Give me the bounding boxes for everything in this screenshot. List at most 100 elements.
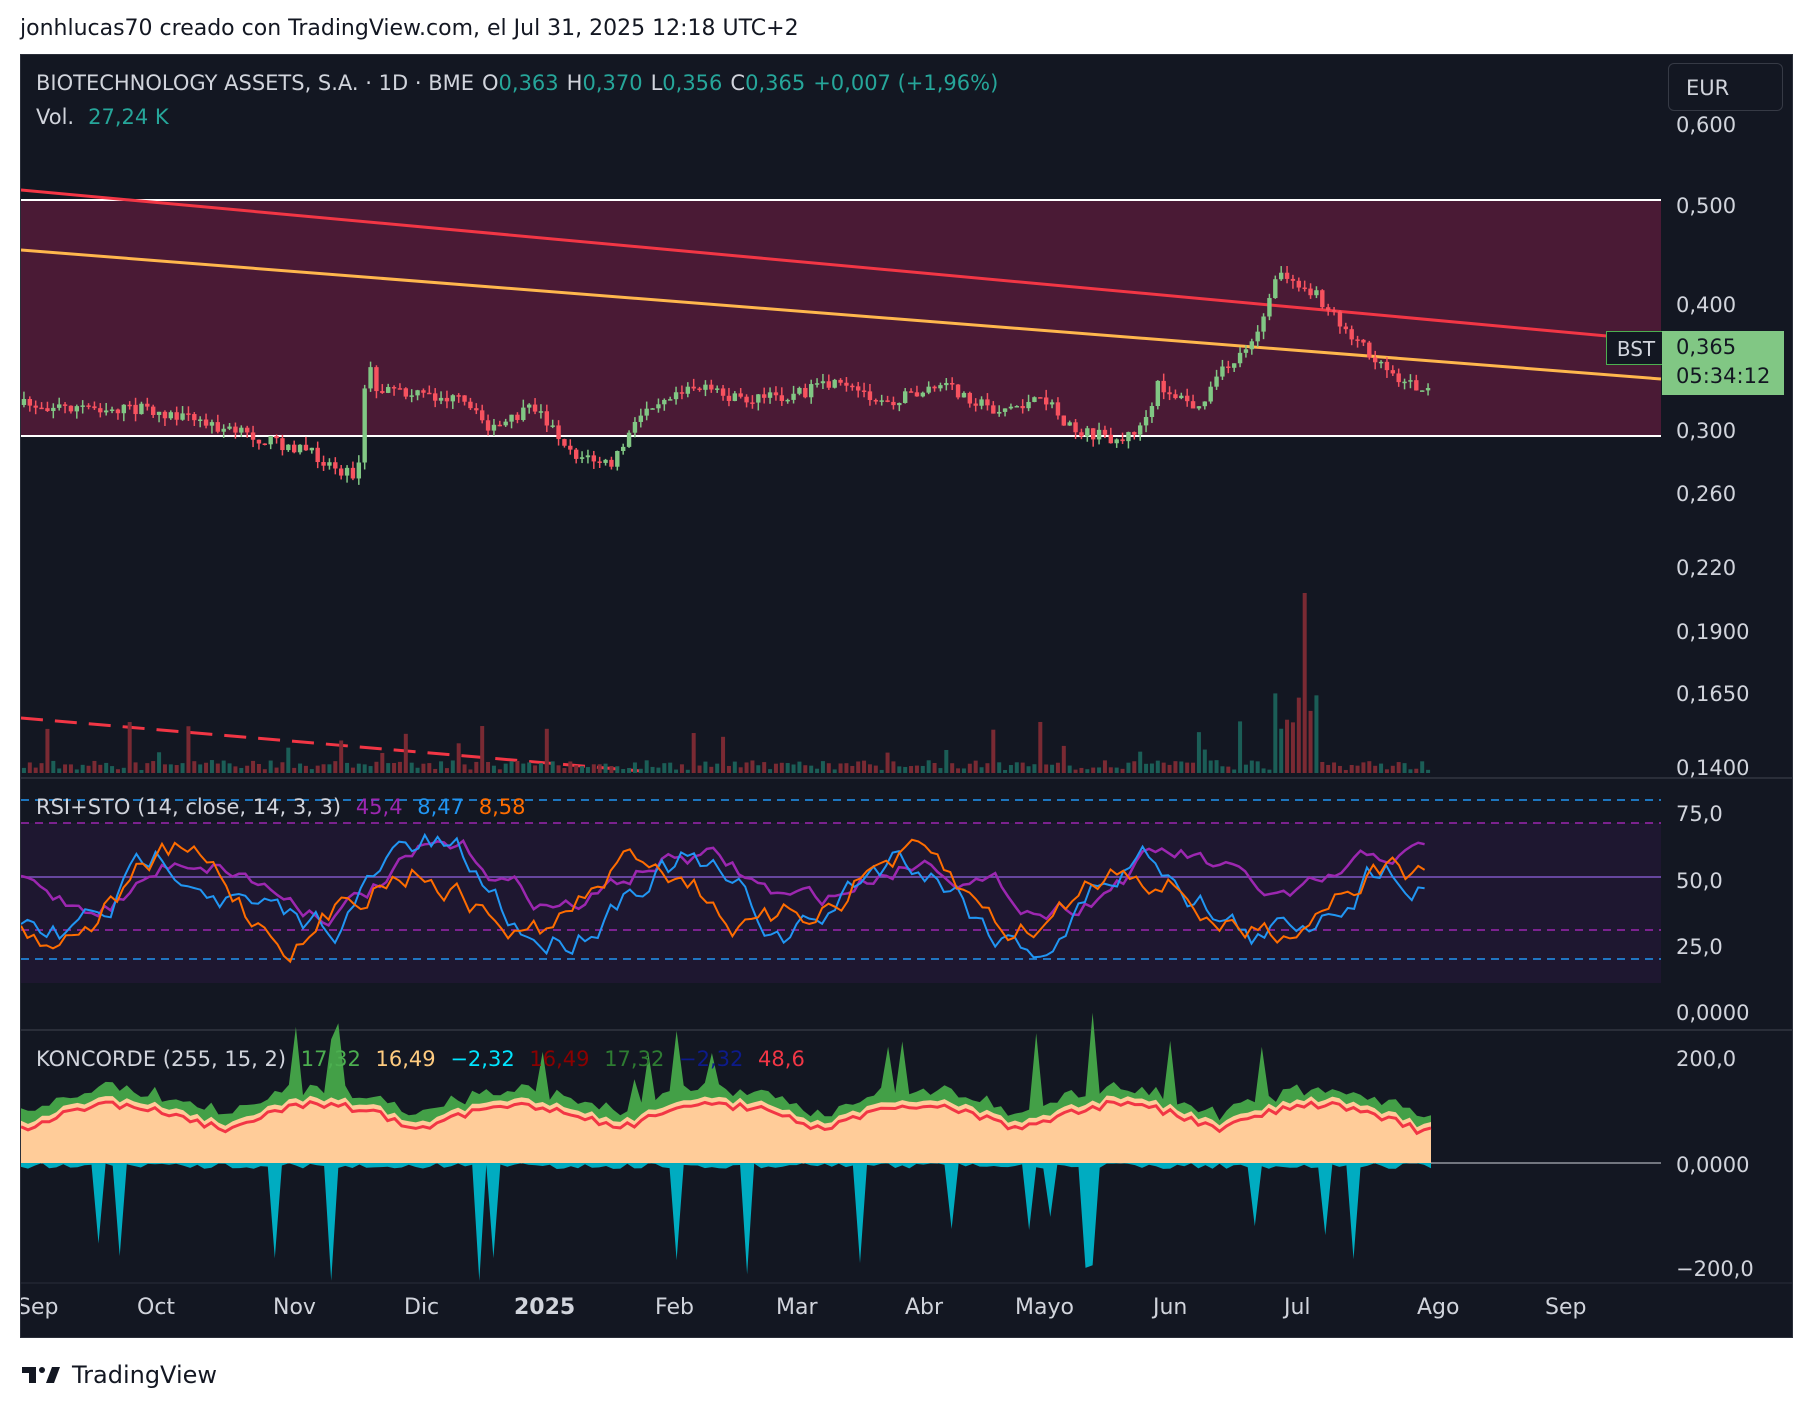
candle-body	[709, 384, 714, 390]
candle-body	[103, 410, 109, 413]
time-axis-label: 2025	[514, 1295, 576, 1320]
volume-bar	[145, 763, 150, 773]
volume-bar	[1279, 728, 1284, 773]
volume-bar	[57, 768, 62, 773]
volume-bar	[1161, 762, 1166, 773]
price-axis-label: 0,300	[1676, 419, 1737, 443]
price-axis-label: 0,260	[1676, 482, 1737, 506]
candle-body	[1002, 408, 1008, 412]
chart-frame[interactable]: BIOTECHNOLOGY ASSETS, S.A. · 1D · BME O0,…	[20, 54, 1793, 1338]
volume-bar	[333, 761, 338, 773]
volume-bar	[1249, 760, 1254, 773]
candle-body	[1414, 380, 1419, 391]
volume-bar	[433, 768, 438, 773]
candle-body	[256, 439, 262, 444]
volume-bar	[1020, 762, 1025, 773]
volume-bar	[815, 768, 820, 773]
volume-bar	[1208, 760, 1213, 773]
candle-body	[397, 388, 403, 390]
candle-body	[515, 414, 520, 420]
candle-body	[720, 388, 726, 396]
candle-body	[391, 387, 397, 389]
volume-bar	[392, 763, 397, 773]
candle-body	[80, 405, 85, 407]
volume-bar	[832, 769, 837, 773]
tradingview-footer[interactable]: TradingView	[20, 1355, 217, 1395]
candle-body	[444, 397, 450, 402]
chart-canvas[interactable]	[21, 55, 1793, 1338]
volume-bar	[86, 765, 91, 773]
candle-body	[891, 401, 896, 406]
candle-body	[68, 405, 74, 412]
candle-body	[556, 425, 561, 440]
candle-body	[568, 445, 573, 450]
rsi-axis-label: 25,0	[1676, 935, 1723, 959]
candle-body	[603, 459, 608, 463]
candle-body	[309, 447, 315, 451]
volume-bar	[386, 763, 391, 773]
volume-bar	[227, 763, 232, 773]
volume-bar	[1308, 710, 1313, 773]
volume-bar	[233, 766, 238, 773]
candle-body	[973, 403, 978, 406]
candle-body	[756, 394, 761, 403]
volume-bar	[1167, 764, 1172, 773]
time-axis-label: Jul	[1284, 1295, 1311, 1320]
koncorde-value-1: 17,32	[300, 1047, 361, 1071]
candle-body	[385, 387, 391, 393]
candle-body	[1355, 339, 1360, 341]
volume-bar	[1073, 769, 1078, 773]
volume-bar	[679, 764, 684, 773]
volume-bar	[562, 768, 567, 773]
volume-bar	[527, 762, 532, 773]
volume-bar	[139, 769, 144, 773]
candle-body	[479, 410, 485, 421]
volume-bar	[1402, 763, 1407, 773]
volume-bar	[362, 764, 367, 773]
volume-bar	[368, 766, 373, 773]
candle-body	[233, 426, 238, 433]
candle-body	[1038, 397, 1043, 399]
candle-body	[127, 404, 132, 407]
rsi-value-1: 45,4	[355, 795, 403, 819]
currency-button[interactable]: EUR	[1668, 63, 1783, 111]
candle-body	[609, 459, 614, 467]
volume-bar	[1155, 760, 1160, 773]
volume-bar	[873, 765, 878, 773]
candle-body	[1237, 352, 1243, 364]
candle-body	[814, 383, 820, 385]
candle-body	[327, 462, 332, 466]
volume-bar	[1214, 760, 1219, 773]
candle-body	[250, 432, 256, 440]
candle-body	[497, 424, 503, 427]
candle-body	[532, 404, 538, 412]
volume-bar	[903, 766, 908, 773]
candle-body	[186, 413, 191, 415]
volume-bar	[1320, 761, 1325, 773]
candle-body	[1114, 439, 1119, 444]
volume-bar	[1050, 764, 1055, 773]
candle-body	[779, 395, 785, 401]
time-axis-label: Dic	[404, 1295, 440, 1320]
candle-body	[573, 449, 579, 459]
volume-bar	[1290, 722, 1295, 773]
volume-bar	[926, 760, 931, 773]
candle-body	[679, 392, 685, 394]
open-label: O	[482, 71, 499, 95]
candle-body	[180, 413, 185, 420]
candle-body	[850, 385, 855, 388]
koncorde-blue-area	[21, 1163, 1431, 1281]
volume-bar	[856, 761, 861, 773]
candle-body	[45, 408, 50, 411]
koncorde-value-7: 48,6	[758, 1047, 805, 1071]
candle-body	[979, 399, 984, 406]
volume-bar	[785, 763, 790, 773]
volume-bar	[844, 763, 849, 773]
volume-bar	[1055, 762, 1060, 773]
candle-body	[62, 404, 68, 406]
candle-body	[1179, 395, 1184, 399]
time-axis-label: Sep	[20, 1295, 59, 1320]
candle-body	[926, 386, 931, 393]
candle-body	[291, 444, 297, 453]
volume-bar	[268, 760, 273, 773]
